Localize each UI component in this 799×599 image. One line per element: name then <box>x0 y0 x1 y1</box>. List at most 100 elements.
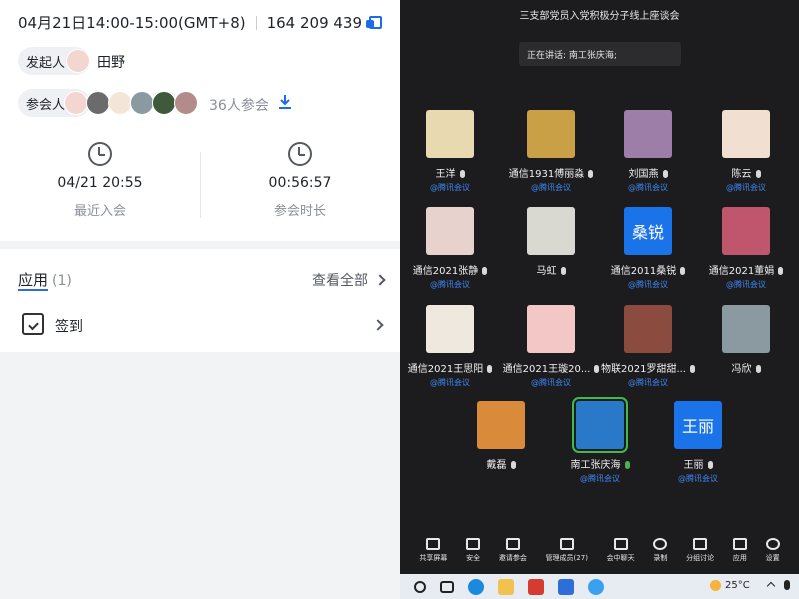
participant-tile[interactable]: 通信2021董娟 @腾讯会议 <box>691 207 799 290</box>
microphone-icon <box>662 170 668 178</box>
microphone-icon <box>680 267 686 275</box>
participant-source: @腾讯会议 <box>678 474 718 483</box>
participant-name-text: 通信2021王璇20... <box>502 364 591 375</box>
view-all-link[interactable]: 查看全部 <box>312 270 386 290</box>
participant-name: 马虹 <box>496 262 606 277</box>
participant-source: @腾讯会议 <box>628 280 668 289</box>
participant-name: 冯欣 <box>691 360 799 375</box>
breakout-icon <box>693 538 708 550</box>
avatar <box>174 91 198 115</box>
attendee-count[interactable]: 36人参会 <box>209 95 269 115</box>
last-join-stat: 04/21 20:55 最近入会 <box>0 142 200 219</box>
microphone-icon[interactable] <box>784 580 790 590</box>
meeting-id: 164 209 439 <box>266 13 363 32</box>
participant-name: 通信2021王思阳 <box>395 360 505 375</box>
participant-tile[interactable]: 通信2021张静 @腾讯会议 <box>395 207 505 290</box>
toolbar-button[interactable]: 邀请参会 <box>499 536 527 563</box>
participant-tile[interactable]: 王丽 王丽 @腾讯会议 <box>643 401 753 484</box>
edge-icon[interactable] <box>468 578 484 595</box>
duration-stat: 00:56:57 参会时长 <box>200 142 400 219</box>
participant-source: @腾讯会议 <box>628 183 668 192</box>
toolbar-button-label: 应用 <box>732 554 747 562</box>
apps-count: (1) <box>52 273 72 289</box>
download-icon[interactable] <box>278 94 292 110</box>
participant-tile[interactable]: 戴磊 <box>446 401 556 471</box>
security-icon <box>466 538 481 550</box>
participant-avatar <box>426 110 474 158</box>
toolbar-button[interactable]: 应用 <box>732 536 747 563</box>
participant-name-text: 通信2021王思阳 <box>407 364 484 375</box>
toolbar-button-label: 管理成员(27) <box>545 554 588 562</box>
participant-name: 通信1931傅丽淼 <box>496 165 606 180</box>
toolbar-button-label: 邀请参会 <box>498 554 527 562</box>
task-view-icon[interactable] <box>440 580 454 593</box>
participant-tile[interactable]: 王洋 @腾讯会议 <box>395 110 505 193</box>
start-icon[interactable] <box>414 580 426 593</box>
participant-tile[interactable]: 马虹 <box>496 207 606 277</box>
sun-icon <box>710 580 721 591</box>
apps-title: 应用 (1) <box>18 269 72 291</box>
toolbar-button-label: 会中聊天 <box>606 554 635 562</box>
participant-tile[interactable]: 冯欣 <box>691 305 799 375</box>
toolbar-button[interactable]: 管理成员(27) <box>546 536 588 563</box>
settings-icon <box>765 538 780 550</box>
participant-tile[interactable]: 陈云 @腾讯会议 <box>691 110 799 193</box>
participant-name: 物联2021罗甜甜... <box>593 360 703 375</box>
participant-avatar <box>624 110 672 158</box>
participant-name-text: 通信2011桑锐 <box>610 266 677 277</box>
participant-tile[interactable]: 通信2021王思阳 @腾讯会议 <box>395 305 505 388</box>
participant-name: 通信2011桑锐 <box>593 262 703 277</box>
participant-tile[interactable]: 物联2021罗甜甜... @腾讯会议 <box>593 305 703 388</box>
participant-name-text: 马虹 <box>536 266 557 277</box>
app-icon[interactable] <box>558 578 574 595</box>
participant-name-text: 王洋 <box>435 169 456 180</box>
file-explorer-icon[interactable] <box>498 578 514 595</box>
apps-card: 应用 (1) 查看全部 签到 <box>0 249 400 352</box>
participant-name-text: 刘国燕 <box>628 169 659 180</box>
toolbar-button-label: 安全 <box>466 554 481 562</box>
chevron-right-icon[interactable] <box>372 319 384 331</box>
participant-avatar: 王丽 <box>674 401 722 449</box>
microphone-icon <box>510 461 516 469</box>
tencent-meeting-icon[interactable] <box>588 578 604 595</box>
avatar <box>152 91 176 115</box>
meeting-time-row: 04月21日14:00-15:00(GMT+8) 164 209 439 <box>18 12 383 33</box>
checkin-item-label[interactable]: 签到 <box>55 316 83 336</box>
chevron-up-icon[interactable] <box>766 581 776 591</box>
toolbar-button[interactable]: 安全 <box>466 536 481 563</box>
weather-widget[interactable]: 25°C <box>710 580 750 591</box>
avatar <box>86 91 110 115</box>
toolbar-button[interactable]: 会中聊天 <box>607 536 635 563</box>
participant-name: 戴磊 <box>446 456 556 471</box>
participant-name: 陈云 <box>691 165 799 180</box>
wps-icon[interactable] <box>528 578 544 595</box>
history-icon <box>88 142 112 166</box>
checkin-icon[interactable] <box>22 313 44 335</box>
participant-tile[interactable]: 南工张庆海 @腾讯会议 <box>545 397 655 484</box>
participant-source: @腾讯会议 <box>430 183 470 192</box>
toolbar-button[interactable]: 录制 <box>653 536 668 563</box>
participant-avatar <box>572 397 628 453</box>
weather-temp: 25°C <box>725 580 750 591</box>
participant-name-text: 物联2021罗甜甜... <box>601 364 686 375</box>
toolbar-button[interactable]: 共享屏幕 <box>419 536 447 563</box>
participant-name: 通信2021王璇20... <box>496 360 606 375</box>
avatar <box>64 91 88 115</box>
participant-name-text: 通信2021张静 <box>412 266 479 277</box>
toolbar-button[interactable]: 分组讨论 <box>686 536 714 563</box>
participant-name-text: 戴磊 <box>486 460 507 471</box>
divider <box>255 15 257 30</box>
attendee-avatars[interactable] <box>64 91 198 115</box>
microphone-icon <box>755 170 761 178</box>
toolbar-button[interactable]: 设置 <box>765 536 780 563</box>
last-join-value: 04/21 20:55 <box>57 175 143 191</box>
participant-tile[interactable]: 刘国燕 @腾讯会议 <box>593 110 703 193</box>
participant-tile[interactable]: 通信2021王璇20... @腾讯会议 <box>496 305 606 388</box>
conference-window: 三支部党员入党积极分子线上座谈会 正在讲话: 南工张庆海; 王洋 @腾讯会议 通信1… <box>400 0 799 574</box>
participant-name-text: 南工张庆海 <box>570 460 621 471</box>
copy-icon[interactable] <box>366 16 383 29</box>
participant-tile[interactable]: 桑锐 通信2011桑锐 @腾讯会议 <box>593 207 703 290</box>
participant-tile[interactable]: 通信1931傅丽淼 @腾讯会议 <box>496 110 606 193</box>
participant-source: @腾讯会议 <box>580 474 620 483</box>
speaking-indicator: 正在讲话: 南工张庆海; <box>519 42 681 66</box>
